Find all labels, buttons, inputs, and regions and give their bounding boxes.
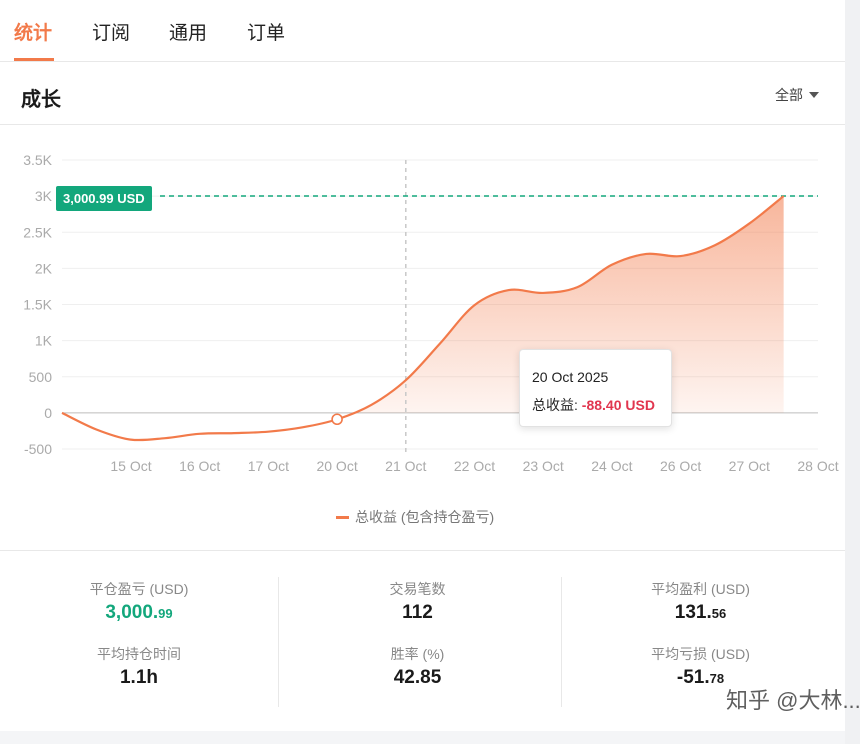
trade-count-value: 112 bbox=[402, 602, 433, 623]
x-tick-label: 27 Oct bbox=[729, 458, 770, 474]
scrollbar[interactable] bbox=[845, 0, 860, 744]
x-tick-label: 24 Oct bbox=[591, 458, 632, 474]
win-rate-label: 胜率 (%) bbox=[390, 646, 445, 662]
tab-general[interactable]: 通用 bbox=[169, 18, 207, 45]
stats-panel: 平仓盈亏 (USD) 3,000.99 平均持仓时间 1.1h 交易笔数 112… bbox=[0, 550, 845, 731]
y-tick-label: -500 bbox=[24, 441, 52, 457]
y-tick-label: 2.5K bbox=[23, 224, 52, 240]
avg-loss-label: 平均亏损 (USD) bbox=[651, 646, 750, 662]
chart-tooltip: 20 Oct 2025 总收益: -88.40 USD bbox=[519, 349, 672, 427]
x-tick-label: 23 Oct bbox=[523, 458, 564, 474]
y-tick-label: 500 bbox=[29, 369, 53, 385]
stat-column-2: 交易笔数 112 胜率 (%) 42.85 bbox=[278, 577, 556, 707]
y-tick-label: 0 bbox=[44, 405, 52, 421]
time-range-dropdown[interactable]: 全部 bbox=[775, 85, 819, 105]
trade-count-label: 交易笔数 bbox=[389, 581, 446, 597]
avg-hold-time-label: 平均持仓时间 bbox=[97, 646, 181, 662]
x-tick-label: 28 Oct bbox=[797, 458, 838, 474]
avg-hold-time-value: 1.1h bbox=[119, 667, 159, 688]
chart-legend[interactable]: 总收益 (包含持仓盈亏) bbox=[336, 507, 494, 527]
y-tick-label: 3K bbox=[35, 188, 53, 204]
current-value-tag: 3,000.99 USD bbox=[56, 186, 152, 211]
growth-section-header: 成长 全部 bbox=[0, 62, 845, 125]
x-tick-label: 22 Oct bbox=[454, 458, 495, 474]
legend-swatch bbox=[336, 515, 349, 519]
x-tick-label: 21 Oct bbox=[385, 458, 426, 474]
section-title: 成长 bbox=[21, 89, 61, 111]
x-tick-label: 20 Oct bbox=[316, 458, 357, 474]
y-tick-label: 3.5K bbox=[23, 152, 52, 168]
hover-point-marker bbox=[331, 413, 343, 426]
y-tick-label: 2K bbox=[35, 260, 53, 276]
watermark: 知乎 @大林... bbox=[726, 688, 860, 713]
stat-column-1: 平仓盈亏 (USD) 3,000.99 平均持仓时间 1.1h bbox=[0, 551, 278, 732]
tooltip-date: 20 Oct 2025 bbox=[532, 369, 609, 385]
closed-pnl-label: 平仓盈亏 (USD) bbox=[89, 581, 189, 597]
x-tick-label: 16 Oct bbox=[179, 458, 220, 474]
legend-label: 总收益 (包含持仓盈亏) bbox=[355, 509, 495, 525]
closed-pnl-value: 3,000.99 bbox=[105, 602, 173, 623]
active-tab-indicator bbox=[14, 58, 54, 61]
tooltip-label: 总收益: bbox=[532, 397, 578, 413]
tab-subscriptions[interactable]: 订阅 bbox=[92, 18, 130, 45]
avg-profit-label: 平均盈利 (USD) bbox=[651, 581, 750, 597]
tab-statistics[interactable]: 统计 bbox=[14, 18, 52, 45]
tab-bar: 统计 订阅 通用 订单 bbox=[0, 0, 845, 62]
main-card: 统计 订阅 通用 订单 成长 全部 3.5K 3K 2.5K 2K 1.5K 1K 500 0… bbox=[0, 0, 845, 731]
x-tick-label: 26 Oct bbox=[660, 458, 701, 474]
y-tick-label: 1.5K bbox=[23, 297, 52, 313]
x-tick-label: 15 Oct bbox=[110, 458, 151, 474]
x-tick-label: 17 Oct bbox=[248, 458, 289, 474]
avg-profit-value: 131.56 bbox=[674, 602, 727, 623]
tooltip-value: -88.40 USD bbox=[581, 397, 655, 413]
caret-down-icon bbox=[809, 92, 819, 98]
win-rate-value: 42.85 bbox=[393, 667, 442, 688]
y-tick-label: 1K bbox=[35, 333, 53, 349]
tooltip-row: 总收益: -88.40 USD bbox=[532, 395, 655, 415]
time-range-label: 全部 bbox=[775, 87, 803, 103]
tab-orders[interactable]: 订单 bbox=[247, 18, 285, 45]
